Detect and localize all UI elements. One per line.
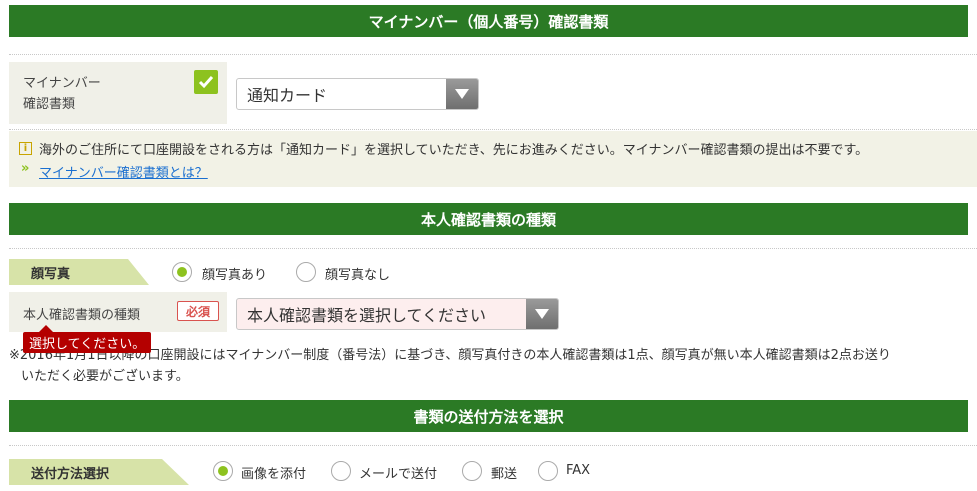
note-text: ※2016年1月1日以降の口座開設にはマイナンバー制度（番号法）に基づき、顔写真… [9,345,969,387]
info-icon: i [19,142,32,155]
info-text: 海外のご住所にて口座開設をされる方は「通知カード」を選択していただき、先にお進み… [39,143,869,158]
radio-send-mail-label: 郵送 [491,467,518,482]
divider [9,445,977,446]
idtype-select[interactable]: 本人確認書類を選択してください [236,298,559,330]
divider [9,248,977,249]
section-header-mynumber: マイナンバー（個人番号）確認書類 [9,5,968,37]
note-line2: いただく必要がございます。 [21,369,189,384]
radio-photo-no[interactable] [296,262,316,282]
radio-send-email-label: メールで送付 [359,467,438,482]
photo-label: 顔写真 [9,259,149,285]
photo-label-text: 顔写真 [31,266,71,282]
mynumber-select-value: 通知カード [247,86,328,105]
send-label-text: 送付方法選択 [31,466,110,482]
chevron-down-icon [526,299,558,329]
chevron-down-icon [446,79,478,109]
info-box: i 海外のご住所にて口座開設をされる方は「通知カード」を選択していただき、先にお… [9,131,977,187]
mynumber-select[interactable]: 通知カード [236,78,479,110]
link-arrow-icon: » [21,161,30,176]
section-header-send-method: 書類の送付方法を選択 [9,400,968,432]
section-title: マイナンバー（個人番号）確認書類 [368,12,609,31]
idtype-label: 本人確認書類の種類 [23,308,141,323]
radio-send-email[interactable] [331,461,351,481]
section-title: 本人確認書類の種類 [420,210,556,229]
section-title: 書類の送付方法を選択 [413,407,564,426]
radio-photo-yes[interactable] [172,262,192,282]
error-tooltip: 選択してください。 [23,325,152,353]
radio-send-fax[interactable] [538,461,558,481]
radio-send-image-label: 画像を添付 [241,467,307,482]
divider [9,129,977,130]
section-header-id-type: 本人確認書類の種類 [9,203,968,235]
mynumber-label-line1: マイナンバー [23,76,101,91]
note-line1: ※2016年1月1日以降の口座開設にはマイナンバー制度（番号法）に基づき、顔写真… [9,348,891,363]
radio-photo-yes-label: 顔写真あり [202,268,268,283]
radio-send-fax-label: FAX [566,463,591,478]
radio-send-mail[interactable] [462,461,482,481]
mynumber-info-link[interactable]: マイナンバー確認書類とは？ [39,162,208,181]
divider [9,54,977,55]
required-badge: 必須 [177,301,219,321]
mynumber-label-line2: 確認書類 [23,97,76,112]
radio-photo-no-label: 顔写真なし [325,268,391,283]
checkmark-icon [194,70,218,94]
send-label: 送付方法選択 [9,459,189,485]
radio-send-image[interactable] [213,461,233,481]
idtype-select-value: 本人確認書類を選択してください [247,306,487,325]
